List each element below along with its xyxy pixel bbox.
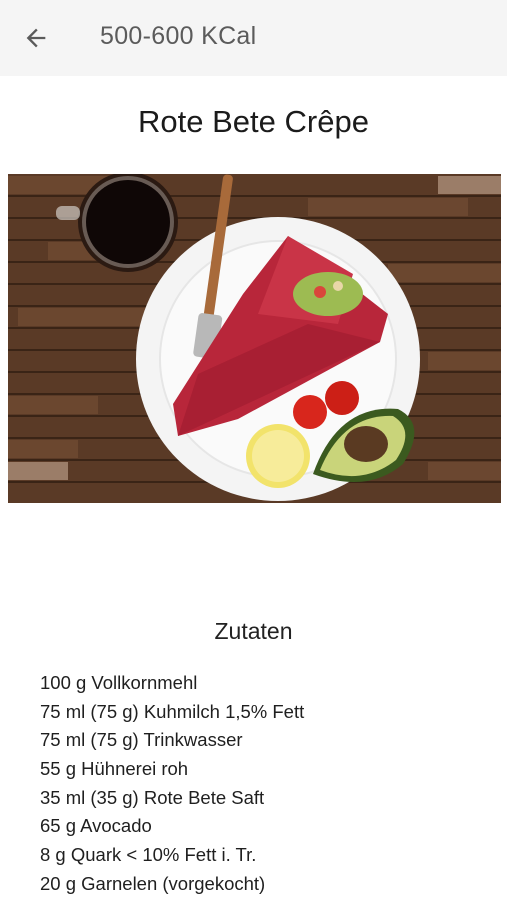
ingredient-item: 20 g Garnelen (vorgekocht) (40, 872, 266, 894)
recipe-title: Rote Bete Crêpe (138, 104, 369, 139)
ingredients-title: Zutaten (214, 618, 293, 644)
back-button[interactable] (16, 18, 56, 58)
ingredient-item: 100 g Vollkornmehl (40, 672, 198, 693)
ingredient-item: 75 ml (75 g) Trinkwasser (40, 729, 243, 751)
ingredients-list: 100 g Vollkornmehl 75 ml (75 g) Kuhmilch… (40, 669, 304, 899)
arrow-left-icon (26, 28, 46, 48)
ingredient-item: 35 ml (35 g) Rote Bete Saft (40, 786, 265, 808)
ingredient-item: 8 g Quark < 10% Fett i. Tr. (40, 844, 257, 866)
app-bar: 500-600 KCal (0, 0, 507, 76)
ingredient-item: 75 ml (75 g) Kuhmilch 1,5% Fett (40, 700, 305, 722)
ingredient-item: 65 g Avocado (40, 815, 152, 837)
recipe-photo (8, 174, 501, 503)
ingredient-item: 55 g Hühnerei roh (40, 758, 189, 780)
appbar-title: 500-600 KCal (100, 22, 257, 50)
